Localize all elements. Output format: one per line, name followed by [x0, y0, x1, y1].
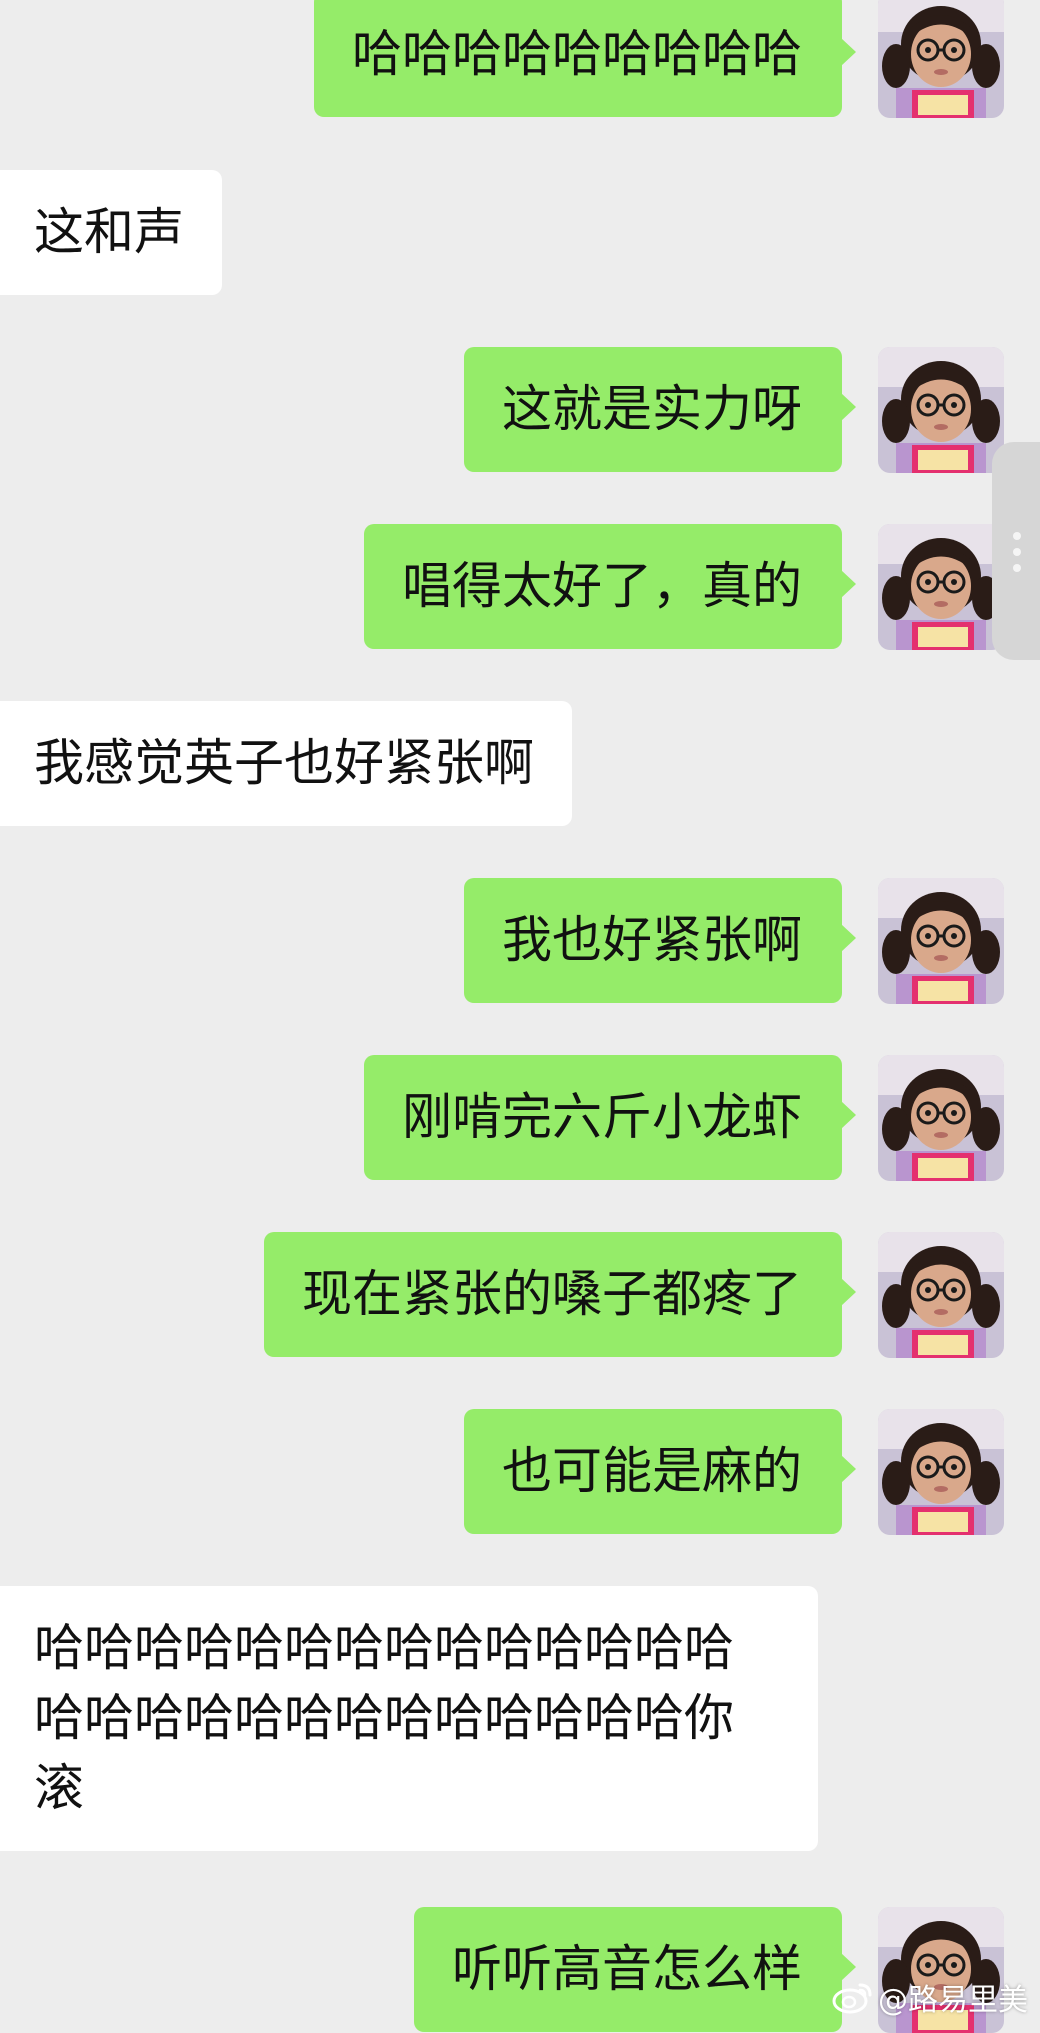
avatar-image — [878, 0, 1004, 118]
their-message-bubble[interactable]: 这和声 — [0, 170, 222, 295]
avatar-image — [878, 878, 1004, 1004]
my-message-bubble[interactable]: 现在紧张的嗓子都疼了 — [264, 1232, 856, 1357]
their-message-bubble[interactable]: 哈哈哈哈哈哈哈哈哈哈哈哈哈哈哈哈哈哈哈哈哈哈哈哈哈哈哈你滚 — [0, 1586, 818, 1851]
avatar[interactable] — [878, 878, 1004, 1004]
handle-dot — [1013, 564, 1021, 572]
handle-dot — [1013, 532, 1021, 540]
avatar-image — [878, 1409, 1004, 1535]
watermark: @路易里美 — [832, 1976, 1028, 2018]
my-message-bubble[interactable]: 唱得太好了，真的 — [364, 524, 856, 649]
watermark-text: @路易里美 — [878, 1983, 1028, 2018]
chat-message-list[interactable]: 哈哈哈哈哈哈哈哈哈 这和声 这就是实力呀 唱得太好了，真的 我感觉英子也好紧张啊… — [0, 0, 1040, 2033]
avatar[interactable] — [878, 1055, 1004, 1181]
avatar-image — [878, 524, 1004, 650]
my-message-bubble[interactable]: 哈哈哈哈哈哈哈哈哈 — [314, 0, 856, 117]
handle-dot — [1013, 548, 1021, 556]
my-message-bubble[interactable]: 这就是实力呀 — [464, 347, 856, 472]
more-vertical-icon[interactable] — [992, 442, 1040, 660]
my-message-bubble[interactable]: 我也好紧张啊 — [464, 878, 856, 1003]
avatar[interactable] — [878, 0, 1004, 118]
avatar-image — [878, 1055, 1004, 1181]
avatar-image — [878, 1232, 1004, 1358]
avatar-image — [878, 347, 1004, 473]
avatar[interactable] — [878, 347, 1004, 473]
my-message-bubble[interactable]: 听听高音怎么样 — [414, 1907, 856, 2032]
avatar[interactable] — [878, 1232, 1004, 1358]
my-message-bubble[interactable]: 也可能是麻的 — [464, 1409, 856, 1534]
avatar[interactable] — [878, 1409, 1004, 1535]
weibo-icon — [832, 1983, 872, 2014]
avatar[interactable] — [878, 524, 1004, 650]
my-message-bubble[interactable]: 刚啃完六斤小龙虾 — [364, 1055, 856, 1180]
their-message-bubble[interactable]: 我感觉英子也好紧张啊 — [0, 701, 572, 826]
